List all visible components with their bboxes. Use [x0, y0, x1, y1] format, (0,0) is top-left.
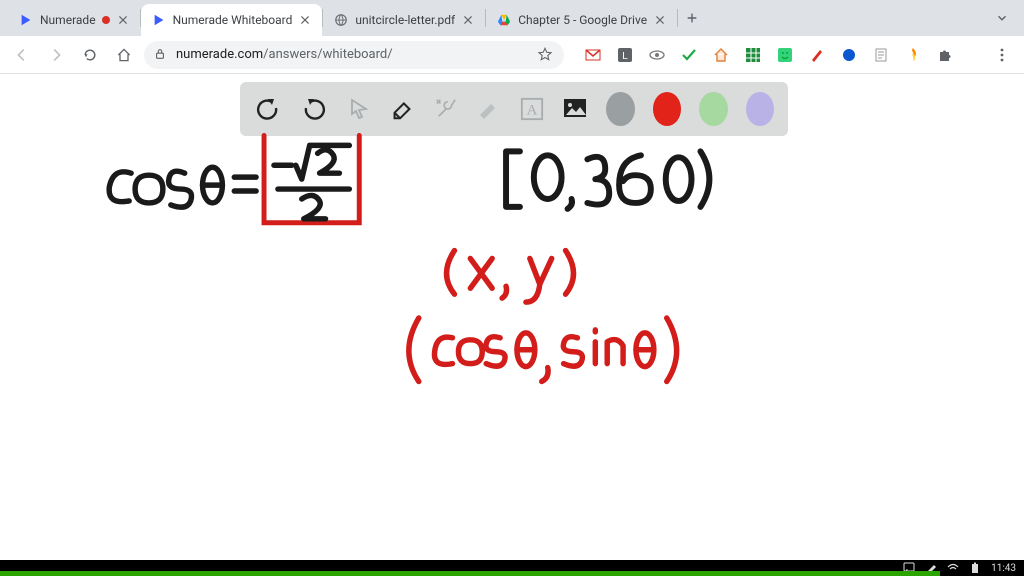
close-icon[interactable] [653, 13, 667, 27]
erase-stroke-icon[interactable] [476, 94, 501, 124]
handwriting-layer [0, 74, 1024, 560]
pen-red-icon[interactable] [808, 46, 826, 64]
url-host: numerade.com [176, 47, 263, 62]
svg-text:L: L [622, 51, 628, 62]
back-button[interactable] [8, 41, 36, 69]
address-bar[interactable]: numerade.com/answers/whiteboard/ [144, 41, 564, 69]
browser-toolbar: numerade.com/answers/whiteboard/ L [0, 36, 1024, 74]
progress-indicator [0, 571, 940, 576]
close-icon[interactable] [461, 13, 475, 27]
close-icon[interactable] [298, 13, 312, 27]
extension-row: L [584, 46, 954, 64]
url-text: numerade.com/answers/whiteboard/ [176, 47, 530, 62]
browser-tabstrip: Numerade Numerade Whiteboard unitcircle-… [0, 0, 1024, 36]
image-tool[interactable] [562, 94, 588, 124]
lock-icon [154, 48, 168, 62]
close-icon[interactable] [116, 13, 130, 27]
color-purple[interactable] [746, 92, 774, 126]
tab-whiteboard[interactable]: Numerade Whiteboard [141, 4, 323, 36]
chevron-down-icon[interactable] [988, 4, 1016, 32]
undo-button[interactable] [254, 94, 282, 124]
tab-title: unitcircle-letter.pdf [355, 13, 455, 27]
globe-icon [333, 12, 349, 28]
new-tab-button[interactable] [678, 4, 706, 32]
pointer-tool[interactable] [346, 94, 371, 124]
tab-numerade[interactable]: Numerade [8, 4, 140, 36]
flame-icon[interactable] [904, 46, 922, 64]
url-path: /answers/whiteboard/ [263, 47, 392, 62]
bookmark-star-icon[interactable] [538, 47, 554, 63]
gmail-icon[interactable] [584, 46, 602, 64]
tab-pdf[interactable]: unitcircle-letter.pdf [323, 4, 485, 36]
system-status-bar: 11:43 [0, 560, 1024, 576]
puzzle-icon[interactable] [936, 46, 954, 64]
color-red[interactable] [653, 92, 681, 126]
numerade-icon [151, 12, 167, 28]
check-icon[interactable] [680, 46, 698, 64]
redo-button[interactable] [300, 94, 328, 124]
home-button[interactable] [110, 41, 138, 69]
text-box-tool[interactable]: A [519, 94, 544, 124]
page-icon[interactable] [872, 46, 890, 64]
color-gray[interactable] [606, 92, 634, 126]
circle-blue-icon[interactable] [840, 46, 858, 64]
tab-title: Numerade Whiteboard [173, 13, 293, 27]
google-drive-icon [496, 12, 512, 28]
lastpass-icon[interactable]: L [616, 46, 634, 64]
tab-drive[interactable]: Chapter 5 - Google Drive [486, 4, 677, 36]
audio-indicator-icon [102, 16, 110, 24]
eye-icon[interactable] [648, 46, 666, 64]
eraser-tool[interactable] [389, 94, 415, 124]
numerade-icon [18, 12, 34, 28]
wifi-icon[interactable] [947, 562, 959, 574]
svg-text:A: A [526, 103, 537, 119]
whiteboard-canvas[interactable]: A [0, 74, 1024, 560]
reload-button[interactable] [76, 41, 104, 69]
tab-title: Numerade [40, 13, 96, 27]
clock-text: 11:43 [991, 563, 1016, 574]
color-green[interactable] [699, 92, 727, 126]
battery-icon[interactable] [969, 562, 981, 574]
tools-icon[interactable] [433, 94, 458, 124]
tab-title: Chapter 5 - Google Drive [518, 13, 647, 27]
house-icon[interactable] [712, 46, 730, 64]
menu-button[interactable] [988, 41, 1016, 69]
whiteboard-toolbar: A [240, 82, 788, 136]
forward-button[interactable] [42, 41, 70, 69]
grid-green-icon[interactable] [744, 46, 762, 64]
smiley-icon[interactable] [776, 46, 794, 64]
